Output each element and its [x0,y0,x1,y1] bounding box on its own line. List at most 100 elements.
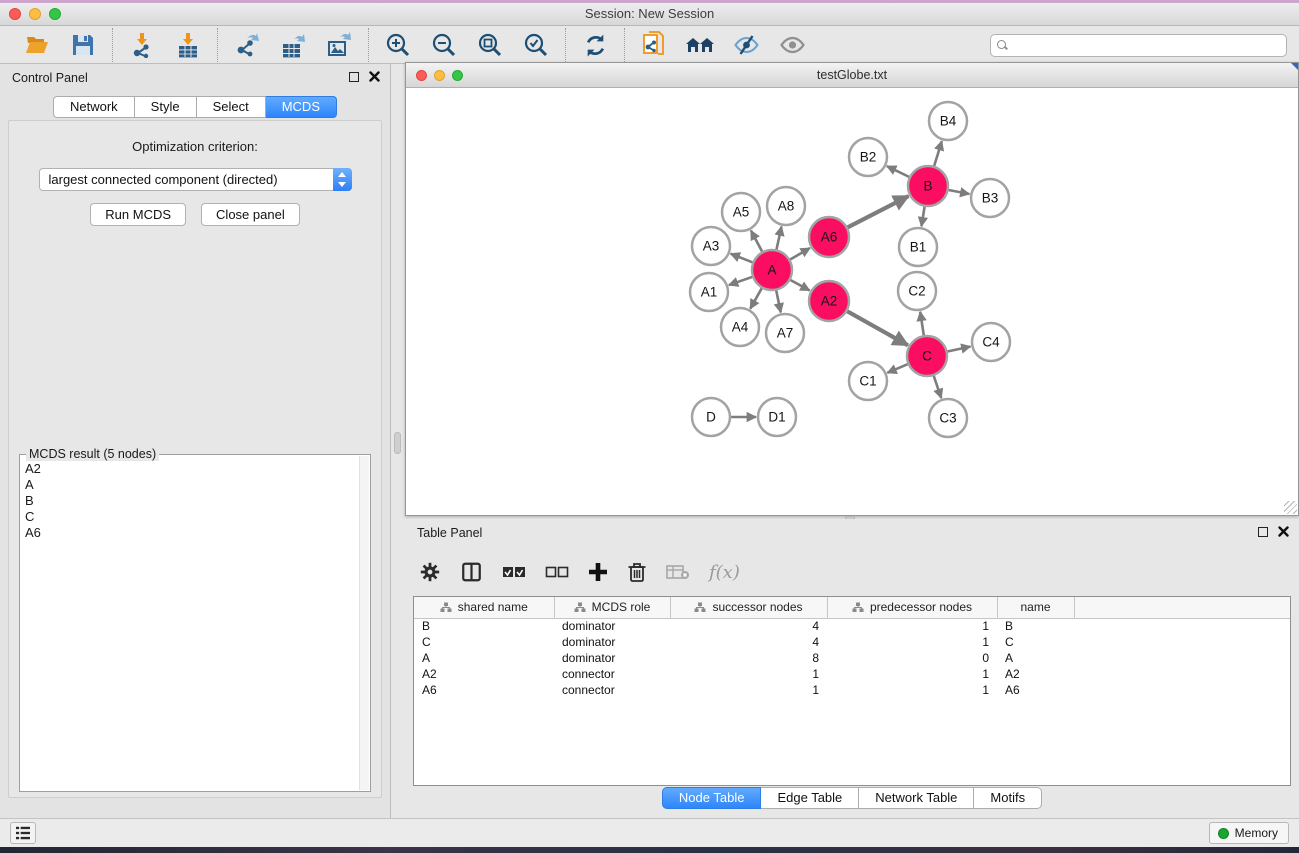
table-cell[interactable]: 1 [827,682,997,698]
hide-glass-button[interactable] [729,29,763,61]
table-cell[interactable]: 0 [827,650,997,666]
search-input[interactable] [1013,38,1280,52]
table-cell[interactable]: 1 [827,618,997,634]
home-networks-button[interactable] [683,29,717,61]
node-table-grid[interactable]: shared nameMCDS rolesuccessor nodesprede… [414,597,1290,698]
table-cell[interactable]: 1 [670,666,827,682]
table-row[interactable]: A6connector11A6 [414,682,1290,698]
graph-edge-B-B4[interactable] [934,141,942,166]
table-cell[interactable]: 4 [670,634,827,650]
graph-edge-A-A4[interactable] [750,288,761,308]
tab-edge-table[interactable]: Edge Table [761,787,859,809]
delete-columns-button[interactable] [627,561,647,583]
table-settings-button[interactable] [419,561,441,583]
table-cell[interactable]: A [997,650,1074,666]
table-cell[interactable]: connector [554,682,670,698]
graph-edge-A-A2[interactable] [790,280,809,290]
graph-edge-A6-B[interactable] [848,196,909,227]
tab-style[interactable]: Style [135,96,197,118]
run-mcds-button[interactable]: Run MCDS [90,203,186,226]
minimize-window-button[interactable] [29,8,41,20]
close-panel-button[interactable]: Close panel [201,203,300,226]
zoom-selected-button[interactable] [519,29,553,61]
function-builder-button[interactable]: f(x) [709,562,740,583]
float-panel-icon[interactable] [349,72,359,82]
table-cell[interactable]: 1 [827,666,997,682]
table-cell[interactable]: A6 [997,682,1074,698]
export-image-button[interactable] [322,29,356,61]
table-cell[interactable]: C [414,634,554,650]
zoom-window-button[interactable] [49,8,61,20]
panel-splitter-grip[interactable] [394,432,401,454]
zoom-out-button[interactable] [427,29,461,61]
graph-edge-A-A6[interactable] [790,248,810,259]
clone-network-button[interactable] [637,29,671,61]
show-column-selector-button[interactable] [460,561,483,583]
graph-edge-C-C2[interactable] [920,312,924,335]
graph-edge-B-B2[interactable] [887,166,909,177]
mcds-result-item[interactable]: A2 [25,461,358,477]
graph-edge-B-B1[interactable] [921,207,924,227]
column-header[interactable]: shared name [414,597,554,618]
table-cell[interactable]: dominator [554,618,670,634]
table-cell[interactable]: A2 [414,666,554,682]
open-session-button[interactable] [20,29,54,61]
network-canvas[interactable]: B4B2BB3A8A5A6A3B1AC2A1A2A4A7C4CC1DD1C3 [406,88,1298,515]
graph-edge-C-C1[interactable] [887,364,907,373]
graph-edge-A-A3[interactable] [731,254,753,263]
table-row[interactable]: Cdominator41C [414,634,1290,650]
graph-edge-A-A8[interactable] [776,227,781,250]
tab-mcds[interactable]: MCDS [266,96,337,118]
zoom-fit-button[interactable] [473,29,507,61]
unselect-all-columns-button[interactable] [545,566,569,579]
import-table-button[interactable] [171,29,205,61]
window-resize-grip[interactable] [1284,501,1297,514]
close-network-button[interactable] [416,70,427,81]
close-window-button[interactable] [9,8,21,20]
table-cell[interactable]: B [997,618,1074,634]
tab-motifs[interactable]: Motifs [974,787,1042,809]
import-network-button[interactable] [125,29,159,61]
table-row[interactable]: Adominator80A [414,650,1290,666]
search-field[interactable] [990,34,1287,57]
float-table-panel-icon[interactable] [1258,527,1268,537]
graph-edge-A2-C[interactable] [847,311,908,345]
tab-network-table[interactable]: Network Table [859,787,974,809]
mcds-result-item[interactable]: C [25,509,358,525]
column-header[interactable]: MCDS role [554,597,670,618]
table-cell[interactable]: connector [554,666,670,682]
table-row[interactable]: A2connector11A2 [414,666,1290,682]
table-cell[interactable]: dominator [554,634,670,650]
table-cell[interactable]: dominator [554,650,670,666]
tab-network[interactable]: Network [53,96,135,118]
table-cell[interactable]: C [997,634,1074,650]
graph-edge-C-C4[interactable] [948,346,971,351]
result-scrollbar[interactable] [359,456,369,790]
show-task-history-button[interactable] [10,822,36,844]
mcds-result-item[interactable]: A [25,477,358,493]
graph-edge-B-B3[interactable] [949,190,970,194]
table-cell[interactable]: 1 [827,634,997,650]
table-cell[interactable]: 1 [670,682,827,698]
table-row[interactable]: Bdominator41B [414,618,1290,634]
table-cell[interactable]: B [414,618,554,634]
table-cell[interactable]: A2 [997,666,1074,682]
table-cell[interactable]: 4 [670,618,827,634]
close-panel-icon[interactable] [369,71,380,82]
column-header[interactable]: predecessor nodes [827,597,997,618]
network-window-titlebar[interactable]: testGlobe.txt [406,63,1298,88]
tab-node-table[interactable]: Node Table [662,787,762,809]
show-glass-button[interactable] [775,29,809,61]
minimize-network-button[interactable] [434,70,445,81]
close-table-panel-icon[interactable] [1278,526,1289,537]
apply-layout-button[interactable] [578,29,612,61]
network-graph[interactable]: B4B2BB3A8A5A6A3B1AC2A1A2A4A7C4CC1DD1C3 [406,88,1298,515]
select-all-columns-button[interactable] [502,566,526,579]
table-cell[interactable]: A [414,650,554,666]
memory-status-button[interactable]: Memory [1209,822,1289,844]
tab-select[interactable]: Select [197,96,266,118]
column-header[interactable]: successor nodes [670,597,827,618]
create-column-button[interactable] [588,562,608,582]
delete-table-button[interactable] [666,563,690,581]
zoom-in-button[interactable] [381,29,415,61]
